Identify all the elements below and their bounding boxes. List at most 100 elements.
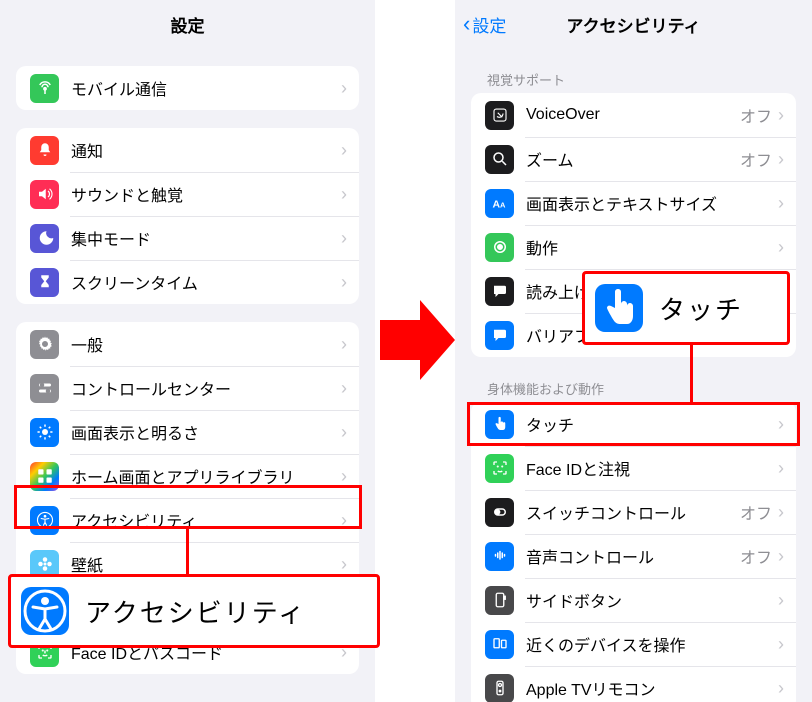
row-label: モバイル通信 xyxy=(71,76,341,100)
switches-icon xyxy=(30,374,59,403)
chevron-right-icon: › xyxy=(778,149,784,170)
hourglass-icon xyxy=(30,268,59,297)
chevron-right-icon: › xyxy=(341,422,347,443)
row-label: 音声コントロール xyxy=(526,544,740,568)
row-value: オフ xyxy=(740,103,772,127)
motion-icon xyxy=(485,233,514,262)
chevron-right-icon: › xyxy=(778,237,784,258)
accessibility-header: ‹ 設定 アクセシビリティ xyxy=(455,0,812,48)
row-label: Face IDと注視 xyxy=(526,456,778,480)
row-label: 画面表示と明るさ xyxy=(71,420,341,444)
speech-icon xyxy=(485,277,514,306)
section-label-visual: 視覚サポート xyxy=(487,70,812,89)
chevron-right-icon: › xyxy=(341,78,347,99)
page-title: 設定 xyxy=(171,12,205,37)
connector-line xyxy=(186,529,189,577)
row-label: サウンドと触覚 xyxy=(71,182,341,206)
callout-touch: タッチ xyxy=(582,271,790,345)
row-label: 画面表示とテキストサイズ xyxy=(526,191,778,215)
chevron-right-icon: › xyxy=(341,334,347,355)
chevron-right-icon: › xyxy=(778,414,784,435)
chevron-right-icon: › xyxy=(341,228,347,249)
group-motor: タッチ›Face IDと注視›スイッチコントロールオフ›音声コントロールオフ›サ… xyxy=(471,402,796,702)
voice-icon xyxy=(485,542,514,571)
callout-accessibility: アクセシビリティ xyxy=(8,574,380,648)
audio-icon xyxy=(485,321,514,350)
accessibility-icon xyxy=(21,587,69,635)
row-zoom[interactable]: ズームオフ› xyxy=(471,137,796,181)
row-tvremote[interactable]: Apple TVリモコン› xyxy=(471,666,796,702)
chevron-right-icon: › xyxy=(778,193,784,214)
nearby-icon xyxy=(485,630,514,659)
grid-icon xyxy=(30,462,59,491)
chevron-right-icon: › xyxy=(778,502,784,523)
row-motion[interactable]: 動作› xyxy=(471,225,796,269)
row-hourglass[interactable]: スクリーンタイム› xyxy=(16,260,359,304)
row-voiceover[interactable]: VoiceOverオフ› xyxy=(471,93,796,137)
accessibility-panel: ‹ 設定 アクセシビリティ 視覚サポート VoiceOverオフ›ズームオフ›A… xyxy=(455,0,812,702)
row-sidebutton[interactable]: サイドボタン› xyxy=(471,578,796,622)
row-touch[interactable]: タッチ› xyxy=(471,402,796,446)
row-label: 壁紙 xyxy=(71,552,341,576)
gear-icon xyxy=(30,330,59,359)
row-switches[interactable]: コントロールセンター› xyxy=(16,366,359,410)
row-value: オフ xyxy=(740,544,772,568)
row-label: Apple TVリモコン xyxy=(526,676,778,700)
row-value: オフ xyxy=(740,500,772,524)
row-gear[interactable]: 一般› xyxy=(16,322,359,366)
sidebutton-icon xyxy=(485,586,514,615)
chevron-right-icon: › xyxy=(778,634,784,655)
row-brightness[interactable]: 画面表示と明るさ› xyxy=(16,410,359,454)
chevron-right-icon: › xyxy=(341,272,347,293)
row-switch[interactable]: スイッチコントロールオフ › xyxy=(471,490,796,534)
row-voice[interactable]: 音声コントロールオフ › xyxy=(471,534,796,578)
chevron-right-icon: › xyxy=(341,184,347,205)
moon-icon xyxy=(30,224,59,253)
row-antenna[interactable]: モバイル通信› xyxy=(16,66,359,110)
tvremote-icon xyxy=(485,674,514,702)
row-faceid2[interactable]: Face IDと注視› xyxy=(471,446,796,490)
row-label: 近くのデバイスを操作 xyxy=(526,632,778,656)
callout-text: アクセシビリティ xyxy=(85,593,306,630)
voiceover-icon xyxy=(485,101,514,130)
chevron-right-icon: › xyxy=(341,378,347,399)
row-moon[interactable]: 集中モード› xyxy=(16,216,359,260)
touch-icon xyxy=(485,410,514,439)
speaker-icon xyxy=(30,180,59,209)
zoom-icon xyxy=(485,145,514,174)
row-speaker[interactable]: サウンドと触覚› xyxy=(16,172,359,216)
row-label: 集中モード xyxy=(71,226,341,250)
row-textsize[interactable]: AA画面表示とテキストサイズ› xyxy=(471,181,796,225)
row-nearby[interactable]: 近くのデバイスを操作› xyxy=(471,622,796,666)
touch-icon xyxy=(595,284,643,332)
chevron-right-icon: › xyxy=(778,458,784,479)
brightness-icon xyxy=(30,418,59,447)
callout-text: タッチ xyxy=(659,290,743,327)
group-notifications: 通知›サウンドと触覚›集中モード›スクリーンタイム› xyxy=(16,128,359,304)
faceid2-icon xyxy=(485,454,514,483)
row-label: VoiceOver xyxy=(526,106,740,124)
chevron-right-icon: › xyxy=(778,590,784,611)
switch-icon xyxy=(485,498,514,527)
chevron-right-icon: › xyxy=(778,546,784,567)
group-mobile: モバイル通信› xyxy=(16,66,359,110)
row-label: アクセシビリティ xyxy=(71,508,341,532)
svg-text:A: A xyxy=(500,201,506,210)
row-label: 通知 xyxy=(71,138,341,162)
bell-icon xyxy=(30,136,59,165)
section-label-motor: 身体機能および動作 xyxy=(487,379,812,398)
row-label: 動作 xyxy=(526,235,778,259)
red-arrow xyxy=(380,300,455,385)
row-label: スイッチコントロール xyxy=(526,500,740,524)
row-bell[interactable]: 通知› xyxy=(16,128,359,172)
chevron-right-icon: › xyxy=(341,466,347,487)
page-title: アクセシビリティ xyxy=(566,12,700,37)
row-grid[interactable]: ホーム画面とアプリライブラリ› xyxy=(16,454,359,498)
back-button[interactable]: ‹ 設定 xyxy=(463,12,506,37)
connector-line xyxy=(690,340,693,402)
row-label: サイドボタン xyxy=(526,588,778,612)
chevron-right-icon: › xyxy=(778,678,784,699)
chevron-right-icon: › xyxy=(341,510,347,531)
row-value: オフ xyxy=(740,147,772,171)
row-label: コントロールセンター xyxy=(71,376,341,400)
